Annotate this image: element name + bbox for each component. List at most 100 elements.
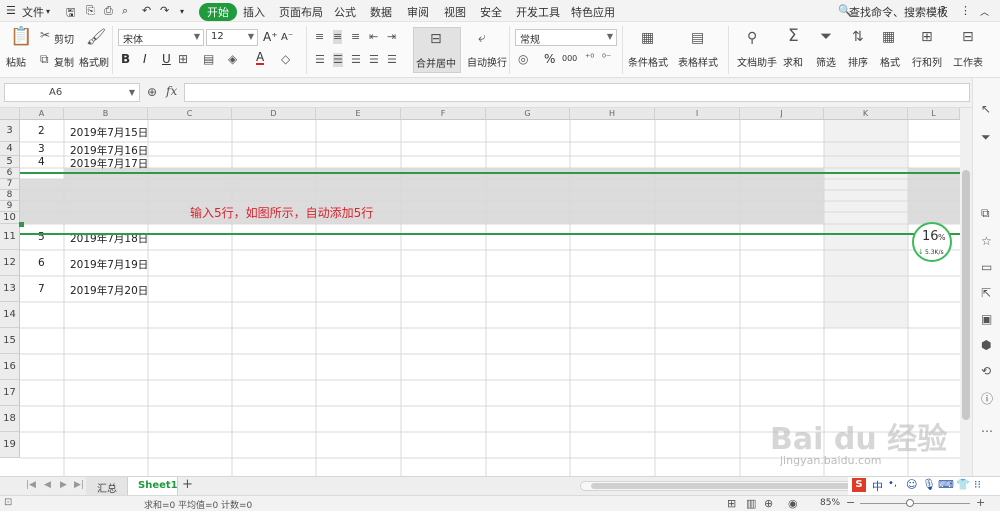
normal-view-icon[interactable]: ⊞ (727, 497, 736, 510)
row-header[interactable]: 13 (0, 276, 20, 302)
align-middle-icon[interactable]: ≡ (333, 30, 343, 44)
filter-panel-icon[interactable]: ⏷ (981, 130, 991, 145)
indent-increase-icon[interactable]: ⇥ (387, 30, 396, 44)
scissors-icon[interactable]: ✂ (40, 28, 50, 42)
punct-icon[interactable]: •, (888, 478, 897, 489)
merge-center-button[interactable]: ⊟ 合并居中 (413, 27, 461, 73)
row-header[interactable]: 8 (0, 190, 20, 201)
vertical-scrollbar[interactable] (960, 108, 972, 476)
scroll-thumb[interactable] (962, 170, 970, 420)
column-header-i[interactable]: I (655, 108, 740, 120)
hamburger-icon[interactable]: ☰ (6, 4, 16, 17)
tab-special[interactable]: 特色应用 (571, 4, 615, 20)
doc-helper-button[interactable]: 文档助手 (737, 54, 777, 69)
row-header[interactable]: 14 (0, 302, 20, 328)
cond-format-icon[interactable]: ▦ (641, 31, 654, 45)
clear-icon[interactable]: ◇ (281, 52, 290, 66)
mic-icon[interactable]: 🎙 (922, 478, 936, 491)
menu-file[interactable]: 文件 (22, 4, 44, 20)
paste-button[interactable]: 粘贴 (6, 54, 26, 69)
cell-a[interactable]: 6 (38, 257, 45, 269)
fx-icon[interactable]: fx (166, 84, 177, 98)
ime-logo-icon[interactable]: S (852, 478, 866, 492)
zoom-in-button[interactable]: + (976, 496, 985, 509)
format-icon[interactable]: ▦ (882, 30, 895, 44)
copy-icon[interactable]: ⧉ (40, 52, 49, 66)
chevron-down-icon[interactable]: ▾ (46, 7, 50, 16)
help-circle-icon[interactable]: ⓘ (981, 390, 993, 407)
wrap-text-icon[interactable]: ⤶ (478, 31, 486, 45)
row-header[interactable]: 3 (0, 120, 20, 142)
redo-icon[interactable]: ↷ (160, 4, 169, 17)
star-icon[interactable]: ☆ (981, 234, 992, 248)
sort-icon[interactable]: ⇅ (852, 30, 864, 44)
table-style-button[interactable]: 表格样式 (678, 54, 718, 69)
font-size-select[interactable]: 12 ▼ (206, 29, 258, 46)
cell-b[interactable]: 2019年7月20日 (70, 283, 148, 298)
sheet-tab-summary[interactable]: 汇总 (86, 477, 128, 495)
row-header[interactable]: 4 (0, 142, 20, 156)
cell-b[interactable]: 2019年7月19日 (70, 257, 148, 272)
grid-menu-icon[interactable]: ⁝⁝ (974, 478, 981, 491)
number-format-select[interactable]: 常规 ▼ (515, 29, 617, 46)
name-box[interactable]: A6 ▼ (4, 83, 140, 102)
layout-icon[interactable]: ▭ (981, 260, 992, 274)
tab-page-layout[interactable]: 页面布局 (279, 4, 323, 20)
align-center-icon[interactable]: ☰ (333, 53, 343, 67)
row-header[interactable]: 18 (0, 406, 20, 432)
ime-lang[interactable]: 中 (872, 478, 883, 494)
tab-formula[interactable]: 公式 (334, 4, 356, 20)
sort-button[interactable]: 排序 (848, 54, 868, 69)
export-icon[interactable]: ⎘ (86, 4, 95, 18)
more-icon[interactable]: ⋯ (981, 424, 993, 438)
indent-decrease-icon[interactable]: ⇤ (369, 30, 378, 44)
row-header[interactable]: 16 (0, 354, 20, 380)
align-right-icon[interactable]: ☰ (351, 53, 361, 67)
italic-button[interactable]: I (143, 52, 147, 66)
column-header-d[interactable]: D (232, 108, 316, 120)
column-header-e[interactable]: E (316, 108, 401, 120)
cell-a[interactable]: 4 (38, 156, 45, 168)
row-header[interactable]: 19 (0, 432, 20, 458)
column-header-g[interactable]: G (486, 108, 570, 120)
formula-input[interactable] (184, 83, 970, 102)
format-painter-icon[interactable]: 🖌 (86, 29, 106, 45)
eye-icon[interactable]: ◉ (788, 497, 798, 510)
keyboard-icon[interactable]: ⌨ (938, 478, 954, 491)
tab-developer[interactable]: 开发工具 (516, 4, 560, 20)
page-break-icon[interactable]: ▥ (746, 497, 756, 510)
share-icon[interactable]: ⇱ (981, 286, 991, 300)
column-header-c[interactable]: C (148, 108, 232, 120)
doc-helper-icon[interactable]: ⚲ (747, 31, 757, 45)
decrease-font-icon[interactable]: A⁻ (281, 32, 293, 43)
paste-icon[interactable]: 📋 (10, 28, 32, 46)
print-icon[interactable]: ⎙ (104, 4, 113, 18)
column-header-k[interactable]: K (824, 108, 908, 120)
increase-font-icon[interactable]: A⁺ (263, 30, 278, 44)
cell-b[interactable]: 2019年7月15日 (70, 125, 148, 140)
more-icon[interactable]: ⋮ (960, 4, 971, 17)
tab-security[interactable]: 安全 (480, 4, 502, 20)
undo-icon[interactable]: ↶ (142, 4, 151, 17)
row-header[interactable]: 6 (0, 168, 20, 179)
spreadsheet-grid[interactable]: A B C D E F G H I J K L 3 2 2019年7月15日 4 3 2019年7月16日 5 4 20… (0, 108, 960, 476)
underline-button[interactable]: U (162, 52, 171, 66)
zoom-slider-handle[interactable] (906, 499, 914, 507)
row-header[interactable]: 5 (0, 156, 20, 168)
column-header-h[interactable]: H (570, 108, 655, 120)
save-icon[interactable]: 🖫 (66, 4, 75, 23)
column-header-a[interactable]: A (20, 108, 64, 120)
row-header[interactable]: 9 (0, 201, 20, 212)
network-speed-widget[interactable]: 16 % ↓ 5.3K/s (912, 222, 952, 262)
help-icon[interactable]: ? (940, 4, 946, 17)
tab-home[interactable]: 开始 (199, 3, 237, 21)
border-icon[interactable]: ⊞ (178, 52, 188, 66)
bold-button[interactable]: B (121, 52, 130, 66)
fill-color-icon[interactable]: ◈ (228, 52, 237, 66)
image-icon[interactable]: ▣ (981, 312, 992, 326)
cell-a[interactable]: 3 (38, 143, 45, 155)
format-button[interactable]: 格式 (880, 54, 900, 69)
cut-button[interactable]: 剪切 (54, 31, 74, 46)
hscroll-thumb[interactable] (591, 483, 891, 489)
select-all-corner[interactable] (0, 108, 20, 120)
